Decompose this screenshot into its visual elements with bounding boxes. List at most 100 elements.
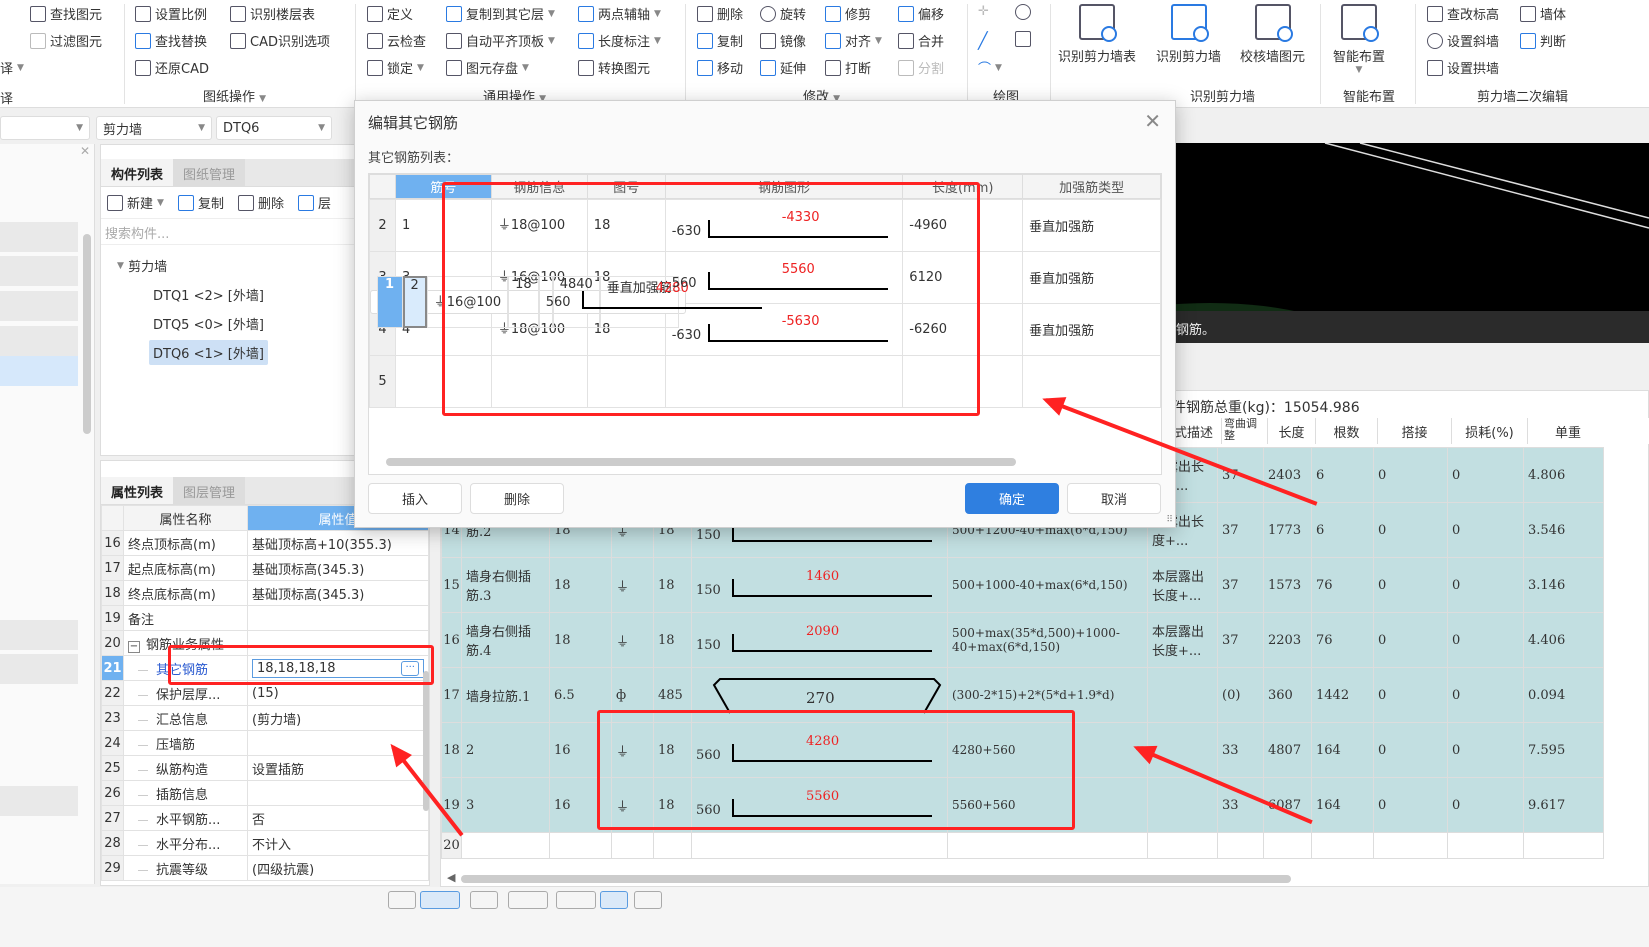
length-dimension-button[interactable]: 长度标注 ▼ [578,31,661,50]
property-value[interactable]: 基础顶标高(345.3) [247,555,429,581]
rebar-shape-cell[interactable]: -630 -4330 [664,199,904,252]
table-hscrollbar[interactable] [461,875,1291,883]
rebar-row[interactable]: 15 墙身右侧插筋.3 18 ⏚ 18 150 1460 500+1000-40+ma… [441,557,1604,613]
rebar-shape-cell[interactable] [664,355,904,408]
property-value[interactable]: 不计入 [247,830,429,856]
recognize-wall-button[interactable]: 识别剪力墙 [1156,4,1221,65]
restore-cad-button[interactable]: 还原CAD [135,58,209,77]
cad-viewport[interactable]: 钢筋。 [1170,143,1649,343]
recognize-floor-table-button[interactable]: 识别楼层表 [230,4,315,23]
rebar-shape-cell[interactable]: 560 4280 [538,276,762,328]
status-button-active[interactable] [420,891,460,909]
component-search-input[interactable]: 搜索构件... [101,219,359,245]
rebar-shape-cell[interactable]: -630 -5630 [664,303,904,356]
filter-element-button[interactable]: 过滤图元 [30,31,102,50]
rebar-info-cell[interactable] [490,355,588,408]
property-value[interactable] [247,630,429,656]
bar-no-cell[interactable]: 2 [402,276,427,328]
length-cell[interactable]: -6260 [902,303,1024,356]
other-rebar-row[interactable]: 2 1 ⏚18@100 18 -630 -4330 -4960 垂直加强筋 [369,199,1161,252]
nav-item[interactable] [0,256,78,286]
layer-copy-button[interactable]: 层 [297,193,331,212]
dlg-header-bar-no[interactable]: 筋号 [394,174,492,199]
reinforcement-type-cell[interactable]: 垂直加强筋 [1022,251,1161,304]
rebar-shape-cell[interactable]: 560 5560 [664,251,904,304]
recognize-wall-table-button[interactable]: 识别剪力墙表 [1058,4,1136,65]
property-row[interactable]: 25 纵筋构造 设置插筋 [101,755,429,781]
line-draw-button[interactable]: ╱ [978,31,988,50]
rect-draw-button[interactable] [1015,31,1031,47]
copy-button[interactable]: 复制 [697,31,743,50]
offset-button[interactable]: 偏移 [898,4,944,23]
resize-grip-icon[interactable]: ⠿ [1166,515,1173,525]
cancel-button[interactable]: 取消 [1067,483,1161,514]
dlg-header-fig[interactable]: 图号 [586,174,666,199]
check-wall-button[interactable]: 校核墙图元 [1240,4,1305,65]
find-element-button[interactable]: 查找图元 [30,4,102,23]
rebar-row[interactable]: 18 2 16 ⏚ 18 560 4280 4280+560 33 4807 164 0 0 7… [441,722,1604,778]
type-selector[interactable]: 剪力墙 ▼ [96,116,212,140]
scroll-left-icon[interactable]: ◀ [447,871,455,884]
new-component-button[interactable]: 新建 ▼ [107,193,164,212]
set-arch-wall-button[interactable]: 设置拱墙 [1427,58,1499,77]
gauge-button[interactable] [1015,4,1031,20]
property-row[interactable]: 22 保护层厚... (15) [101,680,429,706]
other-rebar-row[interactable]: 1 2 ⏚16@100 18 560 4280 4840 垂直加强筋 [369,276,762,328]
property-row[interactable]: 20− 钢筋业务属性 [101,630,429,656]
rebar-row[interactable]: 19 3 16 ⏚ 18 560 5560 5560+560 33 6087 164 0 0 9… [441,777,1604,833]
property-value[interactable]: (15) [247,680,429,706]
define-button[interactable]: 定义 [367,4,413,23]
tab-drawing-management[interactable]: 图纸管理 [173,159,246,186]
property-value[interactable]: 否 [247,805,429,831]
property-row[interactable]: 28 水平分布... 不计入 [101,830,429,856]
delete-row-button[interactable]: 删除 [470,483,564,514]
set-scale-button[interactable]: 设置比例 [135,4,207,23]
align-button[interactable]: 对齐 ▼ [825,31,882,50]
auto-align-slab-button[interactable]: 自动平齐顶板 ▼ [446,31,555,50]
insert-button[interactable]: 插入 [368,483,462,514]
rebar-info-cell[interactable]: ⏚16@100 [426,276,509,328]
find-replace-button[interactable]: 查找替换 [135,31,207,50]
break-button[interactable]: 打断 [825,58,871,77]
mirror-button[interactable]: 镜像 [760,31,806,50]
tree-item-dtq6[interactable]: DTQ6 <1> [外墙] [101,338,359,367]
close-icon[interactable]: ✕ [1144,109,1161,133]
arc-draw-button[interactable]: ⌒ ▼ [978,58,1002,77]
dlg-header-length[interactable]: 长度(mm) [902,174,1024,199]
rebar-row[interactable]: 17 墙身拉筋.1 6.5 ф 485 270 (300-2*15)+2*(5*d+… [441,667,1604,723]
nav-item[interactable] [0,786,78,816]
split-button[interactable]: 分割 [898,58,944,77]
tab-layer-management[interactable]: 图层管理 [173,477,246,504]
tree-item-dtq1[interactable]: DTQ1 <2> [外墙] [101,280,359,309]
property-row[interactable]: 23 汇总信息 (剪力墙) [101,705,429,731]
lock-button[interactable]: 锁定 ▼ [367,58,424,77]
point-draw-button[interactable]: ✛ [978,4,989,19]
trim-button[interactable]: 修剪 [825,4,871,23]
property-row[interactable]: 24 压墙筋 [101,730,429,756]
property-row[interactable]: 18 终点底标高(m) 基础顶标高(345.3) [101,580,429,606]
reinforcement-type-cell[interactable]: 垂直加强筋 [1022,199,1161,252]
property-row[interactable]: 21 其它钢筋 18,18,18,18 ··· [101,655,429,681]
judge-button[interactable]: 判断 [1520,31,1566,50]
collapse-icon[interactable]: − [128,640,140,653]
bar-no-cell[interactable] [394,355,492,408]
length-cell[interactable]: 6120 [902,251,1024,304]
status-button[interactable] [388,891,416,909]
floor-selector[interactable]: ▼ [0,116,90,140]
rebar-row[interactable]: 20 [441,832,1604,859]
move-button[interactable]: 移动 [697,58,743,77]
status-button[interactable] [634,891,662,909]
nav-item[interactable] [0,620,78,650]
nav-item[interactable] [0,326,78,356]
tree-item-dtq5[interactable]: DTQ5 <0> [外墙] [101,309,359,338]
property-value[interactable] [247,605,429,631]
property-value[interactable]: 基础顶标高+10(355.3) [247,530,429,556]
edit-elevation-button[interactable]: 查改标高 [1427,4,1499,23]
figure-no-cell[interactable] [586,355,666,408]
property-row[interactable]: 19 备注 [101,605,429,631]
status-button[interactable] [508,891,548,909]
property-scrollbar[interactable] [423,671,429,811]
property-row[interactable]: 17 起点底标高(m) 基础顶标高(345.3) [101,555,429,581]
smart-layout-button[interactable]: 智能布置 ▼ [1333,4,1385,75]
dlg-header-info[interactable]: 钢筋信息 [490,174,588,199]
